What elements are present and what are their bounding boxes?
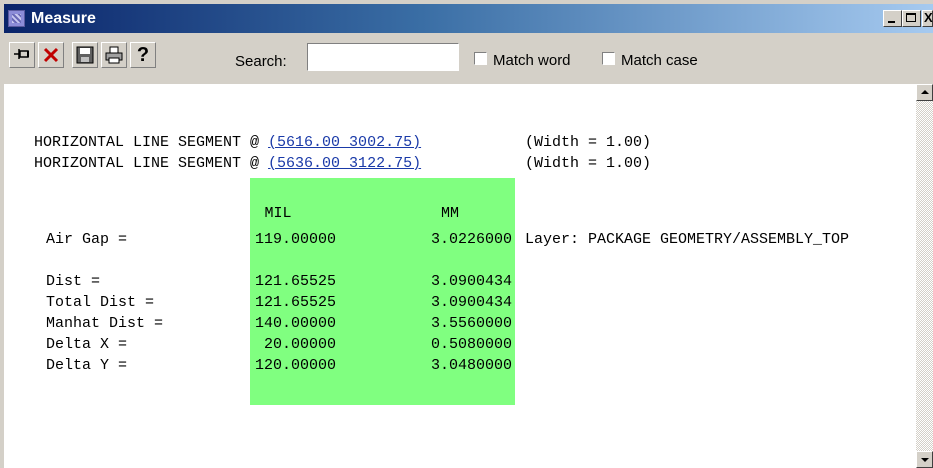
app-icon[interactable] [8, 10, 25, 27]
dist-mil: 121.65525 [254, 273, 336, 290]
mil-header: MIL [264, 205, 292, 222]
minimize-icon [888, 21, 895, 23]
measure-window: Measure X ? Search: Match word Match cas… [0, 0, 933, 468]
dist-mm: 3.0900434 [430, 273, 512, 290]
minimize-button[interactable] [883, 10, 902, 27]
match-word-label: Match word [493, 52, 571, 69]
arrow-down-icon [921, 458, 929, 462]
segment-line-1: HORIZONTAL LINE SEGMENT @ (5616.00 3002.… [34, 134, 421, 152]
print-button[interactable] [101, 42, 127, 68]
close-button[interactable]: X [922, 10, 933, 27]
match-case-label: Match case [621, 52, 698, 69]
total-dist-mil: 121.65525 [254, 294, 336, 311]
delta-y-label: Delta Y = [46, 357, 128, 374]
search-input[interactable] [307, 43, 459, 71]
pin-icon [14, 49, 29, 59]
save-floppy-icon [76, 46, 94, 64]
delete-button[interactable] [38, 42, 64, 68]
total-dist-label: Total Dist = [46, 294, 155, 311]
scroll-down-button[interactable] [916, 451, 933, 468]
air-gap-mil: 119.00000 [254, 231, 336, 248]
arrow-up-icon [921, 90, 929, 94]
close-x-icon [43, 47, 59, 63]
toolbar: ? Search: Match word Match case [4, 36, 933, 84]
mm-header: MM [440, 205, 459, 222]
manhat-dist-label: Manhat Dist = [46, 315, 164, 332]
window-title: Measure [31, 10, 96, 27]
search-label: Search: [235, 53, 287, 70]
segment-prefix: HORIZONTAL LINE SEGMENT @ [34, 155, 269, 172]
match-case-checkbox[interactable] [602, 52, 615, 65]
pin-button[interactable] [9, 42, 35, 68]
match-word-checkbox[interactable] [474, 52, 487, 65]
save-button[interactable] [72, 42, 98, 68]
segment-prefix: HORIZONTAL LINE SEGMENT @ [34, 134, 269, 151]
coordinate-link[interactable]: (5616.00 3002.75) [268, 134, 421, 151]
close-icon: X [924, 10, 933, 25]
segment-width: (Width = 1.00) [525, 134, 652, 151]
layer-info: Layer: PACKAGE GEOMETRY/ASSEMBLY_TOP [525, 231, 850, 248]
maximize-icon [906, 13, 916, 22]
manhat-dist-mil: 140.00000 [254, 315, 336, 332]
air-gap-label: Air Gap = [46, 231, 128, 248]
delta-y-mil: 120.00000 [254, 357, 336, 374]
coordinate-link[interactable]: (5636.00 3122.75) [268, 155, 421, 172]
segment-width: (Width = 1.00) [525, 155, 652, 172]
delta-x-label: Delta X = [46, 336, 128, 353]
segment-line-2: HORIZONTAL LINE SEGMENT @ (5636.00 3122.… [34, 155, 421, 173]
air-gap-mm: 3.0226000 [430, 231, 512, 248]
print-icon [105, 46, 123, 64]
help-button[interactable]: ? [130, 42, 156, 68]
delta-x-mil: 20.00000 [263, 336, 336, 353]
help-icon: ? [136, 44, 150, 66]
vertical-scrollbar[interactable] [916, 84, 933, 468]
manhat-dist-mm: 3.5560000 [430, 315, 512, 332]
maximize-button[interactable] [902, 10, 921, 27]
scroll-up-button[interactable] [916, 84, 933, 101]
measure-report[interactable]: HORIZONTAL LINE SEGMENT @ (5616.00 3002.… [4, 84, 916, 468]
dist-label: Dist = [46, 273, 101, 290]
title-bar[interactable]: Measure X [4, 4, 933, 33]
delta-y-mm: 3.0480000 [430, 357, 512, 374]
total-dist-mm: 3.0900434 [430, 294, 512, 311]
delta-x-mm: 0.5080000 [430, 336, 512, 353]
